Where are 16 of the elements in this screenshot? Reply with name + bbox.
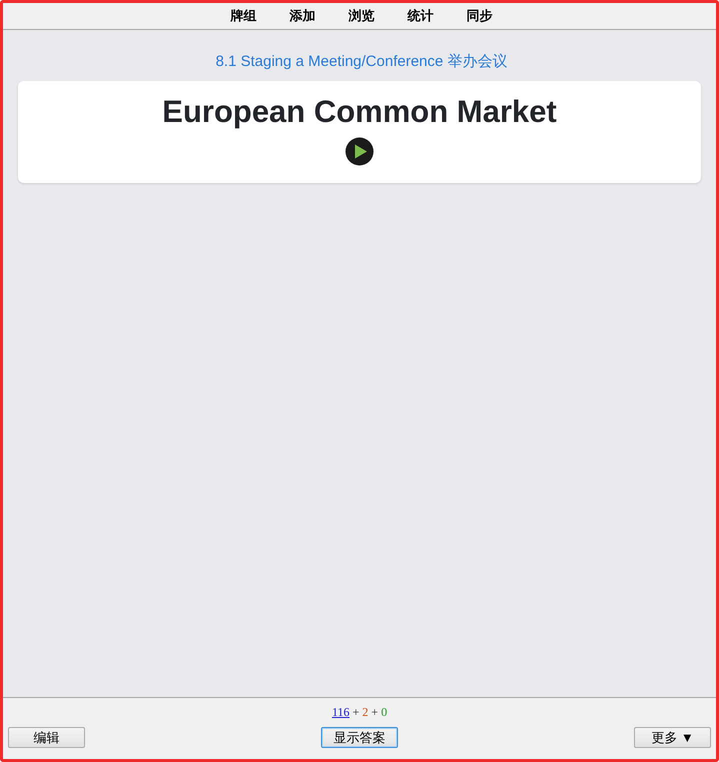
menu-link[interactable]: 浏览 xyxy=(346,8,376,24)
plus-sign: + xyxy=(371,705,378,720)
plus-sign: + xyxy=(352,705,360,720)
menu-link[interactable]: 统计 xyxy=(406,8,436,24)
menu-link[interactable]: 添加 xyxy=(288,8,318,24)
show-answer-button[interactable]: 显示答案 xyxy=(321,727,398,748)
edit-button[interactable]: 编辑 xyxy=(8,727,85,748)
card-count: 2 xyxy=(362,705,368,720)
menu-link[interactable]: 牌组 xyxy=(228,8,258,24)
deck-title: 8.1 Staging a Meeting/Conference 举办会议 xyxy=(216,53,508,71)
more-button[interactable]: 更多 ▼ xyxy=(634,727,711,748)
card-front-text: European Common Market xyxy=(162,94,557,130)
card-count: 116 xyxy=(332,705,350,720)
play-icon[interactable] xyxy=(345,137,374,166)
card-count: 0 xyxy=(381,705,388,720)
menu-link[interactable]: 同步 xyxy=(464,8,494,24)
